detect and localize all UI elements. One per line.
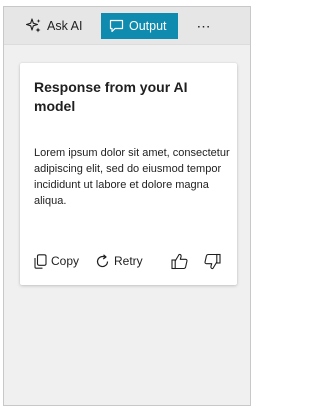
more-options-button[interactable]: ⋯ xyxy=(194,13,214,39)
output-label: Output xyxy=(129,19,167,33)
dislike-button[interactable] xyxy=(203,251,221,271)
copy-icon xyxy=(34,253,47,269)
more-icon: ⋯ xyxy=(196,17,212,34)
retry-button[interactable]: Retry xyxy=(95,251,143,271)
thumbs-up-icon xyxy=(171,253,189,270)
response-title: Response from your AI model xyxy=(34,79,188,114)
like-button[interactable] xyxy=(171,251,189,271)
retry-label: Retry xyxy=(114,254,143,268)
thumbs-down-icon xyxy=(203,253,221,270)
copy-button[interactable]: Copy xyxy=(34,251,79,271)
retry-icon xyxy=(95,253,110,269)
response-body: Lorem ipsum dolor sit amet, consectetur … xyxy=(34,147,230,207)
panel-frame: Ask AI Output ⋯ Response from your AI mo… xyxy=(3,6,251,406)
ask-ai-label: Ask AI xyxy=(47,19,83,33)
toolbar: Ask AI Output ⋯ xyxy=(4,7,250,45)
chat-icon xyxy=(109,19,124,33)
ask-ai-button[interactable]: Ask AI xyxy=(26,13,82,39)
response-card: Response from your AI model Lorem ipsum … xyxy=(20,63,237,285)
sparkle-icon xyxy=(26,18,42,34)
copy-label: Copy xyxy=(51,254,80,268)
output-tab[interactable]: Output xyxy=(101,13,178,39)
